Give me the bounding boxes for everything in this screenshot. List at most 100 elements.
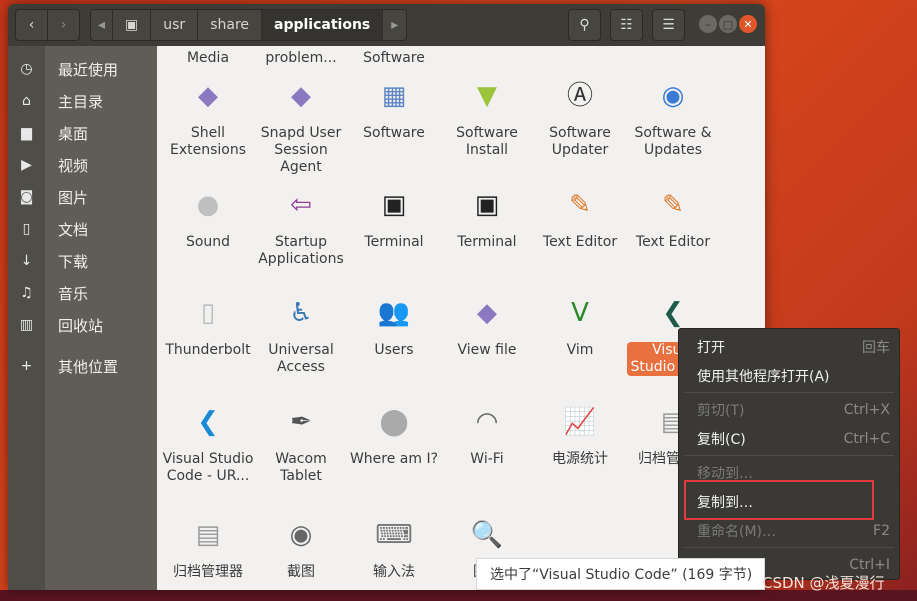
sidebar-item[interactable]: ◷ 最近使用 <box>8 54 157 84</box>
startup-icon: ⇦ <box>290 189 312 220</box>
package-download-icon: ▼ <box>477 80 497 111</box>
menu-button[interactable]: ☰ <box>652 9 685 41</box>
breadcrumb-usr[interactable]: usr <box>151 10 199 40</box>
drive-icon[interactable]: ▣ <box>113 10 152 40</box>
file-label: Thunderbolt <box>165 342 251 358</box>
file-item[interactable]: Ⓐ Software Updater <box>534 75 626 159</box>
file-item[interactable]: ◠ Wi-Fi <box>441 401 533 468</box>
file-label: Sound <box>185 234 231 250</box>
file-item[interactable]: ✎ Text Editor <box>627 184 719 251</box>
sidebar-item-label: 视频 <box>58 156 89 175</box>
sidebar-item[interactable]: ⌂ 主目录 <box>8 86 157 116</box>
minimize-button[interactable]: – <box>699 15 717 33</box>
file-label: Software Updater <box>549 125 611 158</box>
search-button[interactable]: ⚲ <box>568 9 601 41</box>
file-label: Software <box>363 125 425 141</box>
breadcrumb-applications[interactable]: applications <box>262 10 384 40</box>
file-item[interactable]: ▦ Software <box>348 75 440 142</box>
file-item[interactable]: ▯ Thunderbolt <box>162 292 254 359</box>
file-item[interactable]: ◆ Shell Extensions <box>162 75 254 159</box>
header-bar: ‹ › ◂ ▣ usr share applications ▸ ⚲ ☷ ☰ –… <box>8 4 765 46</box>
menu-item[interactable]: 打开 回车 <box>679 332 899 361</box>
power-stats-icon: 📈 <box>563 406 597 437</box>
file-item[interactable]: ✎ Text Editor <box>534 184 626 251</box>
sidebar-item-label: 最近使用 <box>58 60 119 79</box>
sidebar-item[interactable]: ↓ 下载 <box>8 246 157 276</box>
file-item[interactable]: Software <box>348 50 440 67</box>
terminal-icon: ▣ <box>381 189 407 220</box>
file-label: 输入法 <box>373 564 415 580</box>
file-label: problem... <box>265 50 337 66</box>
file-item[interactable]: ◆ Snapd User Session Agent <box>255 75 347 176</box>
file-item[interactable]: ⇦ Startup Applications <box>255 184 347 268</box>
file-item[interactable]: problem... <box>255 50 347 67</box>
sidebar-item[interactable]: ◙ 图片 <box>8 182 157 212</box>
file-item[interactable]: ● Sound <box>162 184 254 251</box>
sidebar-item-label: 桌面 <box>58 124 89 143</box>
sidebar-item[interactable]: ♫ 音乐 <box>8 278 157 308</box>
menu-item-label: 复制(C) <box>697 431 746 448</box>
back-button[interactable]: ‹ <box>15 9 48 41</box>
file-item[interactable]: 📈 电源统计 <box>534 401 626 468</box>
file-label: Users <box>374 342 414 358</box>
text-editor-icon: ✎ <box>569 189 591 220</box>
file-item[interactable]: ◆ View file <box>441 292 533 359</box>
sidebar-item[interactable]: ▆ 桌面 <box>8 118 157 148</box>
status-tooltip: 选中了“Visual Studio Code” (169 字节) <box>476 558 765 590</box>
maximize-button[interactable]: □ <box>719 15 737 33</box>
file-item[interactable]: ◉ 截图 <box>255 514 347 581</box>
file-icon: ▯ <box>200 297 216 328</box>
tablet-pen-icon: ✒ <box>290 406 312 437</box>
menu-item[interactable]: 使用其他程序打开(A) <box>679 361 899 390</box>
menu-item[interactable]: 剪切(T) Ctrl+X <box>679 395 899 424</box>
breadcrumb-share[interactable]: share <box>198 10 263 40</box>
file-item[interactable]: V Vim <box>534 292 626 359</box>
sidebar-item-label: 图片 <box>58 188 89 207</box>
list-view-icon: ☷ <box>620 17 633 33</box>
sidebar-item[interactable]: ▯ 文档 <box>8 214 157 244</box>
file-label: View file <box>457 342 517 358</box>
file-item[interactable]: ▣ Terminal <box>441 184 533 251</box>
file-label: Text Editor <box>635 234 711 250</box>
file-item[interactable]: ❮ Visual Studio Code - UR... <box>162 401 254 485</box>
breadcrumb-right-arrow[interactable]: ▸ <box>383 10 406 40</box>
accessibility-icon: ♿ <box>289 297 313 328</box>
menu-item-label: 剪切(T) <box>697 402 745 419</box>
file-label: 电源统计 <box>552 451 608 467</box>
file-manager-window: ‹ › ◂ ▣ usr share applications ▸ ⚲ ☷ ☰ –… <box>8 4 765 590</box>
menu-item[interactable]: 重命名(M)… F2 <box>679 516 899 545</box>
menu-separator <box>684 547 894 548</box>
shopping-bag-icon: ▦ <box>381 80 407 111</box>
file-item[interactable]: ▼ Software Install <box>441 75 533 159</box>
close-button[interactable]: ✕ <box>739 15 757 33</box>
video-icon: ▶ <box>21 157 32 173</box>
file-item[interactable]: ♿ Universal Access <box>255 292 347 376</box>
file-label: Software <box>363 50 425 66</box>
file-item[interactable]: Media <box>162 50 254 67</box>
menu-item-shortcut: Ctrl+I <box>849 556 890 573</box>
breadcrumb-left-arrow[interactable]: ◂ <box>91 10 114 40</box>
file-item[interactable]: ◉ Software & Updates <box>627 75 719 159</box>
menu-item[interactable]: 复制(C) Ctrl+C <box>679 424 899 453</box>
file-item[interactable]: ⌨ 输入法 <box>348 514 440 581</box>
diamond-icon: ◆ <box>477 297 497 328</box>
sidebar-item[interactable]: + 其他位置 <box>8 351 157 381</box>
forward-button[interactable]: › <box>47 9 80 41</box>
file-item[interactable]: ⬤ Where am I? <box>348 401 440 468</box>
file-item[interactable]: ▤ 归档管理器 <box>162 514 254 581</box>
file-item[interactable]: ✒ Wacom Tablet <box>255 401 347 485</box>
sidebar-item[interactable]: ▥ 回收站 <box>8 310 157 340</box>
context-menu: 打开 回车 使用其他程序打开(A) 剪切(T) Ctrl+X 复制(C) Ctrl+C 移动到… <box>678 328 900 580</box>
camera-icon: ◉ <box>289 519 313 550</box>
file-label: 截图 <box>287 564 315 580</box>
view-toggle-button[interactable]: ☷ <box>610 9 643 41</box>
users-icon: 👥 <box>377 297 411 328</box>
menu-item-shortcut: Ctrl+X <box>843 401 890 418</box>
menu-item-shortcut: F2 <box>873 522 890 539</box>
updater-icon: Ⓐ <box>566 80 593 111</box>
file-item[interactable]: ▣ Terminal <box>348 184 440 251</box>
sidebar-item-label: 其他位置 <box>58 357 119 376</box>
wifi-icon: ◠ <box>475 406 499 437</box>
sidebar-item[interactable]: ▶ 视频 <box>8 150 157 180</box>
file-item[interactable]: 👥 Users <box>348 292 440 359</box>
